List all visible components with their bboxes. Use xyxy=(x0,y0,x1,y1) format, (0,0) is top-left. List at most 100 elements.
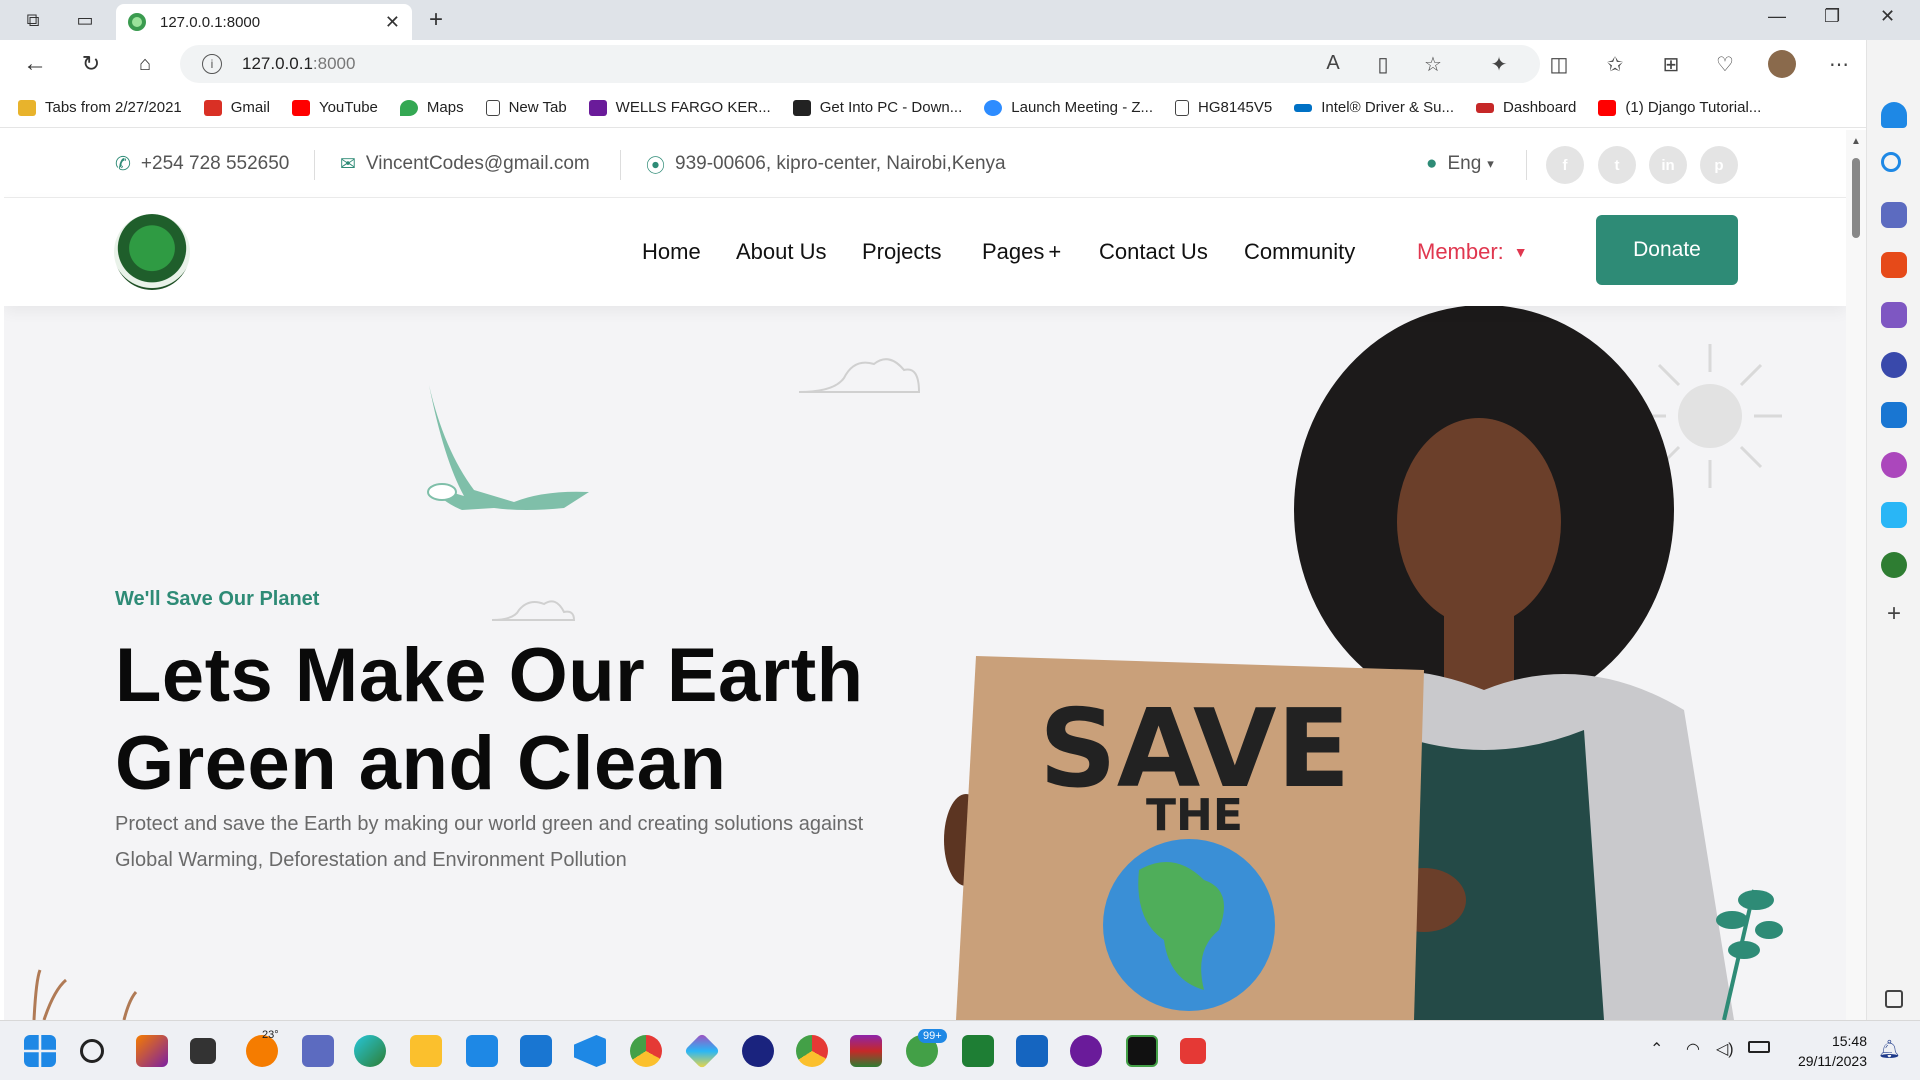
store-icon[interactable] xyxy=(466,1035,498,1067)
bookmark-item[interactable]: YouTube xyxy=(291,99,378,116)
restore-icon[interactable]: ❐ xyxy=(1824,6,1840,27)
chevron-up-icon[interactable]: ⌃ xyxy=(1650,1039,1663,1059)
app-icon[interactable] xyxy=(742,1035,774,1067)
bookmark-item[interactable]: Maps xyxy=(399,99,464,116)
task-view-icon[interactable] xyxy=(190,1038,216,1064)
tools-icon[interactable] xyxy=(1881,252,1907,278)
youtube-icon xyxy=(291,99,310,116)
save-the-earth-sign: SAVE THE xyxy=(956,656,1424,1020)
file-explorer-icon[interactable] xyxy=(410,1035,442,1067)
bookmark-label: Dashboard xyxy=(1503,99,1577,116)
bookmark-item[interactable]: (1) Django Tutorial... xyxy=(1598,99,1761,116)
notifications-icon[interactable] xyxy=(1881,102,1907,128)
chrome-icon[interactable] xyxy=(630,1035,662,1067)
nav-community[interactable]: Community xyxy=(1244,198,1355,306)
nav-contact-us[interactable]: Contact Us xyxy=(1099,198,1208,306)
site-info-icon[interactable]: i xyxy=(202,54,222,74)
nav-home[interactable]: Home xyxy=(642,198,701,306)
pycharm-icon[interactable] xyxy=(1126,1035,1158,1067)
notification-bell-icon[interactable]: 🔔︎ xyxy=(1878,1039,1901,1060)
pinterest-icon[interactable]: p xyxy=(1700,146,1738,184)
word-icon[interactable] xyxy=(1016,1035,1048,1067)
donate-button[interactable]: Donate xyxy=(1596,215,1738,285)
copilot-taskbar-icon[interactable] xyxy=(136,1035,168,1067)
bookmark-item[interactable]: Gmail xyxy=(203,99,270,116)
twitter-icon[interactable]: t xyxy=(1598,146,1636,184)
winrar-icon[interactable] xyxy=(850,1035,882,1067)
battery-icon[interactable] xyxy=(1748,1041,1770,1053)
system-clock[interactable]: 15:48 29/11/2023 xyxy=(1785,1031,1867,1071)
bookmark-item[interactable]: Intel® Driver & Su... xyxy=(1294,99,1454,116)
climate-action-logo[interactable] xyxy=(114,214,190,290)
shopping-icon[interactable] xyxy=(1881,202,1907,228)
phone-icon: ✆ xyxy=(115,153,131,175)
contact-email[interactable]: ✉ VincentCodes@gmail.com xyxy=(340,130,590,198)
send-icon[interactable] xyxy=(1881,502,1907,528)
nav-pages[interactable]: Pages + xyxy=(982,198,1061,306)
chrome-profile-icon[interactable] xyxy=(796,1035,828,1067)
bookmark-item[interactable]: Get Into PC - Down... xyxy=(792,99,962,116)
bookmark-label: Maps xyxy=(426,99,464,116)
games-icon[interactable] xyxy=(1881,302,1907,328)
split-screen-icon[interactable]: ◫ xyxy=(1544,52,1574,77)
close-window-icon[interactable]: ✕ xyxy=(1880,6,1895,27)
bookmark-item[interactable]: New Tab xyxy=(485,99,567,116)
collections-icon[interactable]: ⊞ xyxy=(1656,52,1686,77)
minimize-icon[interactable]: — xyxy=(1768,6,1786,27)
linkedin-icon[interactable]: in xyxy=(1649,146,1687,184)
teams-icon[interactable] xyxy=(302,1035,334,1067)
nav-about-us[interactable]: About Us xyxy=(736,198,827,306)
member-dropdown[interactable]: Member: ▼ xyxy=(1417,198,1528,306)
vscode-icon[interactable] xyxy=(574,1035,606,1067)
reader-view-icon[interactable]: ▯ xyxy=(1368,52,1398,77)
scrollbar-thumb[interactable] xyxy=(1852,158,1860,238)
bookmark-item[interactable]: Tabs from 2/27/2021 xyxy=(18,99,182,116)
workspaces-icon[interactable]: ⧉ xyxy=(20,8,46,32)
mail-icon[interactable] xyxy=(520,1035,552,1067)
add-sidebar-icon[interactable]: + xyxy=(1881,602,1907,628)
bookmark-item[interactable]: WELLS FARGO KER... xyxy=(588,99,771,116)
edge-icon[interactable] xyxy=(354,1035,386,1067)
bookmark-label: New Tab xyxy=(508,99,567,116)
read-aloud-icon[interactable]: A xyxy=(1318,52,1348,75)
outlook-icon[interactable] xyxy=(1881,402,1907,428)
sidebar-toggle-icon[interactable] xyxy=(1885,990,1903,1008)
search-icon[interactable] xyxy=(1881,152,1901,172)
language-selector[interactable]: ● Eng ▾ xyxy=(1426,130,1494,198)
git-tool-icon[interactable] xyxy=(683,1032,721,1070)
favorite-star-icon[interactable]: ☆ xyxy=(1418,52,1448,77)
home-icon[interactable]: ⌂ xyxy=(130,50,160,78)
extensions-icon[interactable]: ✦ xyxy=(1484,52,1514,77)
designer-icon[interactable] xyxy=(1881,452,1907,478)
bookmark-item[interactable]: HG8145V5 xyxy=(1175,99,1272,116)
refresh-icon[interactable]: ↻ xyxy=(76,50,106,78)
bookmark-item[interactable]: Dashboard xyxy=(1476,99,1576,116)
snipping-tool-icon[interactable] xyxy=(1180,1038,1206,1064)
close-tab-icon[interactable]: ✕ xyxy=(385,12,400,33)
wifi-icon[interactable]: ◠ xyxy=(1686,1039,1700,1059)
settings-more-icon[interactable]: ⋯ xyxy=(1824,52,1854,77)
facebook-icon[interactable]: f xyxy=(1546,146,1584,184)
back-icon[interactable]: ← xyxy=(20,50,50,78)
new-tab-icon[interactable]: + xyxy=(422,6,450,34)
mail-icon: ✉ xyxy=(340,153,356,175)
grass-decoration xyxy=(32,969,138,1020)
globe-icon: ● xyxy=(1426,153,1438,174)
microsoft365-icon[interactable] xyxy=(1881,352,1907,378)
scroll-up-icon[interactable]: ▲ xyxy=(1851,136,1861,147)
excel-icon[interactable] xyxy=(962,1035,994,1067)
tab-actions-icon[interactable]: ▭ xyxy=(72,8,98,32)
url-host: 127.0.0.1 xyxy=(242,54,313,73)
favorites-icon[interactable]: ✩ xyxy=(1600,52,1630,77)
bookmark-item[interactable]: Launch Meeting - Z... xyxy=(984,99,1153,116)
browser-tab-active[interactable]: 127.0.0.1:8000 ✕ xyxy=(116,4,412,40)
page-scrollbar[interactable]: ▲ xyxy=(1846,130,1866,1020)
search-icon[interactable] xyxy=(80,1039,104,1063)
nav-projects[interactable]: Projects xyxy=(862,198,941,306)
browser-essentials-icon[interactable]: ♡ xyxy=(1710,52,1740,77)
contact-phone[interactable]: ✆ +254 728 552650 xyxy=(115,130,289,198)
github-desktop-icon[interactable] xyxy=(1070,1035,1102,1067)
ip-icon[interactable] xyxy=(1881,552,1907,578)
profile-avatar[interactable] xyxy=(1768,50,1796,78)
volume-icon[interactable]: ◁) xyxy=(1716,1039,1734,1059)
